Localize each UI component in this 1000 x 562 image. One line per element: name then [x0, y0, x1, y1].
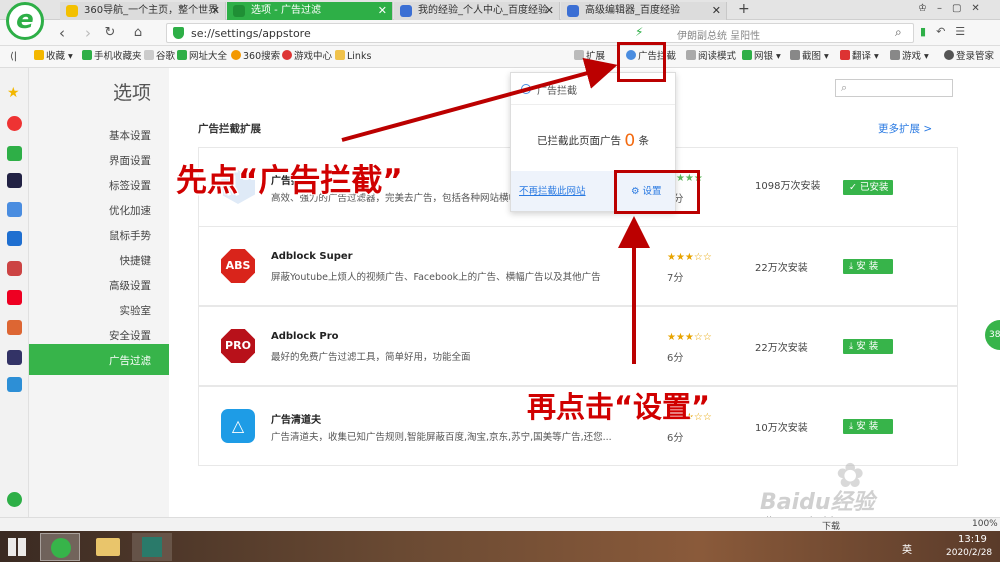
windows-start-icon[interactable] — [8, 538, 26, 556]
ime-indicator[interactable]: 英 — [902, 541, 912, 556]
arrow-to-adblock — [341, 57, 618, 142]
annotation-step1: 先点“广告拦截” — [176, 163, 403, 199]
clock-date[interactable]: 2020/2/28 — [946, 548, 992, 558]
browser-logo-icon[interactable]: e — [6, 2, 44, 40]
annotation-step2: 再点击“设置” — [527, 390, 711, 424]
taskbar: 英 13:19 2020/2/28 — [0, 531, 1000, 562]
taskbar-editor-icon[interactable] — [132, 533, 172, 561]
zoom-level[interactable]: 100% — [972, 519, 998, 529]
status-bar: 100% 下载 — [0, 517, 1000, 532]
taskbar-explorer-icon[interactable] — [88, 533, 128, 561]
clock-time[interactable]: 13:19 — [958, 534, 987, 545]
taskbar-browser-icon[interactable] — [40, 533, 80, 561]
